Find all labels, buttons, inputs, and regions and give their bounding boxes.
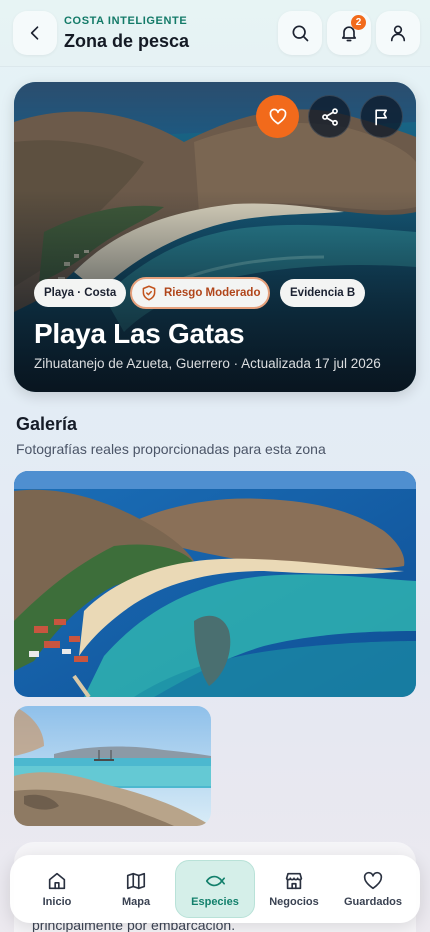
nav-label: Negocios	[269, 896, 319, 908]
top-app-bar: COSTA INTELIGENTE Zona de pesca 2	[0, 0, 430, 66]
store-icon	[285, 872, 303, 890]
heart-icon	[363, 871, 383, 890]
zone-type-chip: Playa · Costa	[34, 279, 127, 307]
report-flag-button[interactable]	[360, 95, 403, 138]
page-title: Zona de pesca	[64, 31, 190, 51]
risk-level-label: Riesgo Moderado	[164, 287, 261, 299]
home-icon	[48, 872, 66, 890]
zone-hero-card: Playa · Costa Riesgo Moderado Evidencia …	[14, 82, 416, 392]
profile-button[interactable]	[376, 11, 420, 55]
gallery-subtitle: Fotografías reales proporcionadas para e…	[16, 441, 326, 457]
search-icon	[292, 25, 309, 42]
nav-mapa[interactable]: Mapa	[96, 860, 176, 918]
share-icon	[321, 107, 338, 126]
gallery-title: Galería	[16, 414, 78, 434]
zone-title: Playa Las Gatas	[34, 318, 245, 349]
heart-icon	[269, 108, 286, 124]
share-button[interactable]	[308, 95, 351, 138]
nav-label: Mapa	[121, 896, 151, 908]
nav-label: Especies	[191, 896, 239, 908]
fish-icon	[205, 875, 225, 887]
nav-label: Guardados	[343, 896, 403, 908]
search-button[interactable]	[278, 11, 322, 55]
gallery-photo-2[interactable]	[14, 706, 211, 826]
beach-aerial-photo	[14, 471, 416, 697]
risk-level-chip: Riesgo Moderado	[130, 277, 271, 309]
flag-icon	[374, 109, 387, 125]
favorite-button[interactable]	[256, 95, 299, 138]
shield-icon	[142, 285, 156, 301]
nav-especies[interactable]: Especies	[175, 860, 255, 918]
nav-inicio[interactable]: Inicio	[17, 860, 97, 918]
back-button[interactable]	[13, 11, 57, 55]
beach-shore-photo	[14, 706, 211, 826]
app-eyebrow: COSTA INTELIGENTE	[64, 15, 188, 27]
zone-location-updated: Zihuatanejo de Azueta, Guerrero · Actual…	[34, 356, 381, 371]
evidence-chip: Evidencia B	[280, 279, 366, 307]
notifications-button[interactable]: 2	[327, 11, 371, 55]
nav-label: Inicio	[42, 896, 72, 908]
notification-badge: 2	[351, 15, 366, 30]
nav-negocios[interactable]: Negocios	[254, 860, 334, 918]
gallery-photo-1[interactable]	[14, 471, 416, 697]
nav-guardados[interactable]: Guardados	[333, 860, 413, 918]
map-icon	[126, 872, 146, 890]
user-icon	[390, 25, 406, 42]
chevron-left-icon	[30, 26, 39, 40]
bottom-navigation: Inicio Mapa Especies Negocios Guardados	[10, 855, 420, 923]
